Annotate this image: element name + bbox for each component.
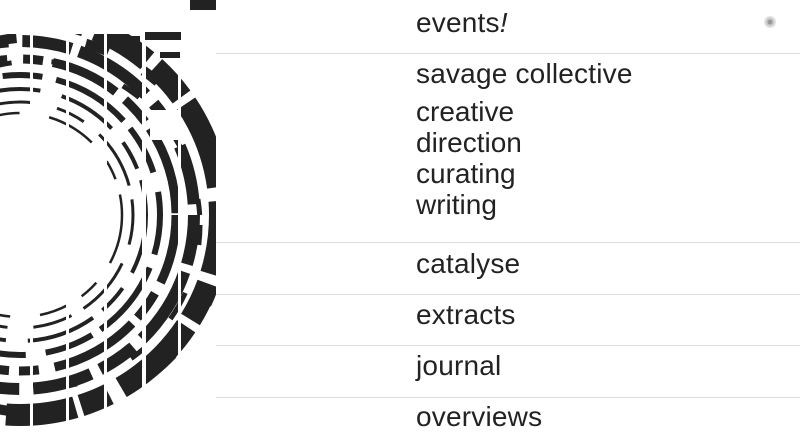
page: events! savage collective creative direc… xyxy=(0,0,800,444)
nav-item-events[interactable]: events! xyxy=(216,0,800,54)
overviews-label: overviews xyxy=(416,401,543,432)
sub-item-curating[interactable]: curating xyxy=(416,158,522,189)
events-exclaim: ! xyxy=(499,7,508,38)
loading-spinner-icon xyxy=(764,16,776,28)
savage-collective-sublist: creative direction curating writing xyxy=(416,96,522,220)
events-label: events! xyxy=(416,8,508,38)
catalyse-label: catalyse xyxy=(416,248,521,279)
brand-logo[interactable] xyxy=(0,0,216,444)
nav-item-catalyse[interactable]: catalyse xyxy=(216,243,800,295)
concentric-arcs-logo-icon xyxy=(0,0,216,444)
extracts-label: extracts xyxy=(416,299,516,330)
sub-item-direction[interactable]: direction xyxy=(416,127,522,158)
sub-item-writing[interactable]: writing xyxy=(416,189,522,220)
nav-item-extracts[interactable]: extracts xyxy=(216,295,800,346)
savage-collective-label: savage collective xyxy=(416,58,633,89)
sub-item-creative[interactable]: creative xyxy=(416,96,522,127)
nav-item-journal[interactable]: journal xyxy=(216,346,800,398)
events-text: events xyxy=(416,7,500,38)
journal-label: journal xyxy=(416,350,502,381)
main-navigation: events! savage collective creative direc… xyxy=(216,0,800,444)
nav-item-overviews[interactable]: overviews xyxy=(216,398,800,444)
nav-item-savage-collective[interactable]: savage collective creative direction cur… xyxy=(216,54,800,243)
